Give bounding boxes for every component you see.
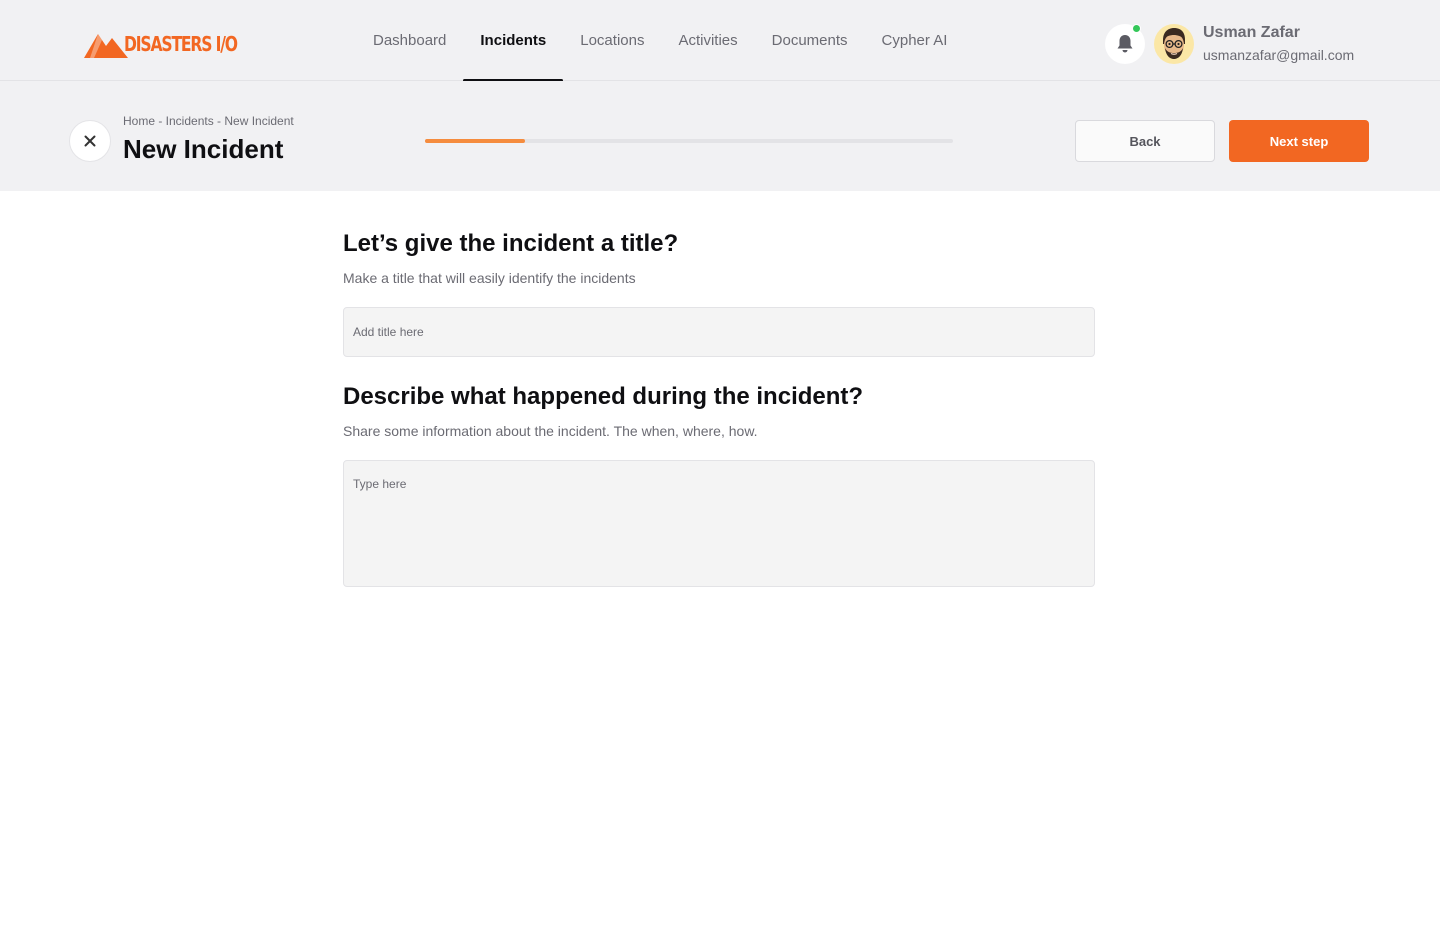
breadcrumb: Home - Incidents - New Incident bbox=[123, 114, 294, 128]
nav-item-dashboard[interactable]: Dashboard bbox=[356, 0, 463, 81]
notification-status-dot bbox=[1132, 24, 1141, 33]
incident-description-textarea[interactable] bbox=[343, 460, 1095, 587]
step-progress-fill bbox=[425, 139, 526, 143]
mountain-logo-icon bbox=[84, 34, 128, 58]
brand-name: DISASTERS I/O bbox=[124, 32, 238, 56]
close-button[interactable] bbox=[69, 120, 111, 162]
page-header: Home - Incidents - New Incident New Inci… bbox=[0, 81, 1440, 191]
incident-title-input[interactable] bbox=[343, 307, 1095, 357]
nav-item-activities[interactable]: Activities bbox=[661, 0, 754, 81]
description-hint: Share some information about the inciden… bbox=[343, 423, 758, 439]
back-button[interactable]: Back bbox=[1075, 120, 1215, 162]
description-question: Describe what happened during the incide… bbox=[343, 383, 864, 410]
step-progress-bar bbox=[425, 139, 953, 143]
notifications-button[interactable] bbox=[1105, 24, 1145, 64]
brand-logo[interactable]: DISASTERS I/O bbox=[84, 29, 269, 59]
next-step-button[interactable]: Next step bbox=[1229, 120, 1369, 162]
avatar[interactable] bbox=[1154, 24, 1194, 64]
main-nav: Dashboard Incidents Locations Activities Doc… bbox=[356, 0, 965, 82]
title-question: Let’s give the incident a title? bbox=[343, 230, 679, 257]
top-navbar: DISASTERS I/O Dashboard Incidents Location… bbox=[0, 0, 1440, 82]
title-hint: Make a title that will easily identify t… bbox=[343, 270, 636, 286]
nav-item-cypher-ai[interactable]: Cypher AI bbox=[865, 0, 965, 81]
nav-item-documents[interactable]: Documents bbox=[755, 0, 865, 81]
close-icon bbox=[84, 135, 96, 147]
avatar-icon bbox=[1163, 28, 1185, 59]
nav-item-incidents[interactable]: Incidents bbox=[463, 0, 564, 82]
user-email: usmanzafar@gmail.com bbox=[1203, 47, 1355, 63]
bell-icon bbox=[1117, 35, 1133, 53]
nav-item-locations[interactable]: Locations bbox=[563, 0, 661, 81]
page-title: New Incident bbox=[123, 134, 284, 164]
user-name: Usman Zafar bbox=[1203, 24, 1300, 41]
incident-form: Let’s give the incident a title? Make a … bbox=[343, 230, 1095, 587]
